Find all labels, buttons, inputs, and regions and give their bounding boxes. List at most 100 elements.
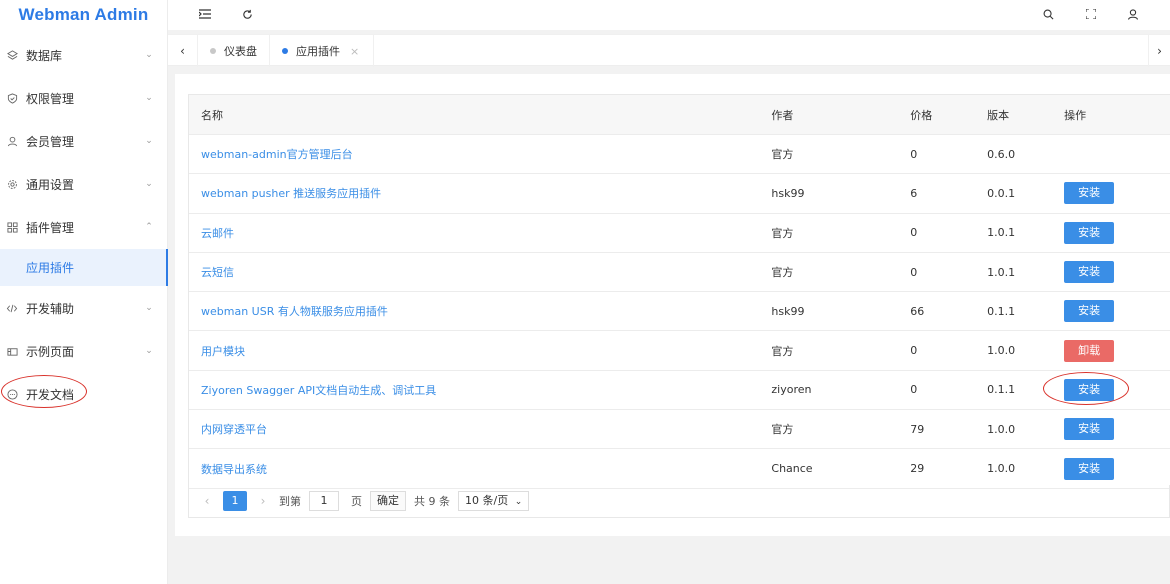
goto-confirm-button[interactable]: 确定 [370,491,406,511]
install-button[interactable]: 安装 [1064,221,1115,244]
header-price: 价格 [910,108,933,122]
sidebar-item[interactable]: 数据库 ⌄ [0,35,168,75]
plugin-version-text: 1.0.0 [987,462,1016,476]
plugin-name-link-text[interactable]: Ziyoren Swagger API文档自动生成、调试工具 [201,384,436,397]
tab-close-icon[interactable]: × [350,45,359,58]
plugin-version-text: 0.0.1 [987,186,1016,200]
install-button[interactable]: 安装 [1064,378,1115,401]
header-name: 名称 [201,108,223,122]
plugin-name-link[interactable]: 数据导出系统 [189,461,759,477]
page-size-select[interactable]: 10 条/页 ⌄ [458,491,530,511]
plugin-name-link[interactable]: Ziyoren Swagger API文档自动生成、调试工具 [189,382,759,398]
menu-toggle-icon[interactable] [196,5,214,23]
plugin-name-link[interactable]: 内网穿透平台 [189,421,759,437]
chevron-down-icon: ⌄ [145,136,153,146]
plugin-price: 66 [898,305,975,318]
plugin-name-link[interactable]: 云邮件 [189,225,759,241]
search-icon[interactable] [1039,5,1057,23]
sidebar-item[interactable]: 会员管理 ⌄ [0,121,168,161]
install-button[interactable]: 安装 [1064,457,1115,480]
plugin-version: 0.1.1 [975,383,1052,396]
sidebar-item[interactable]: 示例页面 ⌄ [0,331,168,371]
layers-icon [6,49,18,61]
plugin-name-link[interactable]: 云短信 [189,264,759,280]
sidebar-subitem-app-plugins[interactable]: 应用插件 [0,249,168,286]
plugin-price-text: 0 [910,147,918,161]
plugin-version: 1.0.1 [975,226,1052,239]
plugin-author-text: Chance [771,462,813,476]
plugin-author: 官方 [759,146,898,162]
fullscreen-icon[interactable] [1082,5,1100,23]
sidebar: Webman Admin 数据库 ⌄ 权限管理 ⌄ 会员管理 ⌄ 通用设置 ⌄ 插件管理 ⌃ 开发辅… [0,0,168,584]
plugin-price-text: 0 [910,226,918,240]
table-row: Ziyoren Swagger API文档自动生成、调试工具 ziyoren 0 0.… [189,371,1170,411]
chevron-down-icon: ⌄ [145,50,153,60]
plugin-name-link[interactable]: webman USR 有人物联服务应用插件 [189,303,759,319]
plugin-version: 1.0.0 [975,423,1052,436]
chevron-down-icon: ⌄ [514,497,523,507]
plugin-name-link-text[interactable]: 用户模块 [201,345,245,358]
sidebar-item[interactable]: 开发文档 [0,374,168,414]
tab-scroll-right-icon[interactable]: › [1148,35,1170,67]
total-count: 共 9 条 [414,495,450,508]
sidebar-item[interactable]: 开发辅助 ⌄ [0,288,168,328]
table-row: 用户模块 官方 0 1.0.0 卸载 [189,331,1170,371]
sidebar-item[interactable]: 通用设置 ⌄ [0,164,168,204]
plugin-author-text: 官方 [771,226,794,240]
plugin-version-text: 0.1.1 [987,304,1016,318]
plugin-name-link[interactable]: 用户模块 [189,343,759,359]
apps-icon [6,221,18,233]
plugin-name-link-text[interactable]: webman-admin官方管理后台 [201,148,353,161]
table-row: 云短信 官方 0 1.0.1 安装 [189,253,1170,293]
uninstall-button[interactable]: 卸载 [1064,339,1115,362]
goto-label: 到第 [279,495,301,508]
next-page-icon[interactable]: › [255,494,271,508]
sidebar-item[interactable]: 权限管理 ⌄ [0,78,168,118]
prev-page-icon[interactable]: ‹ [199,494,215,508]
install-button[interactable]: 安装 [1064,182,1115,205]
goto-page-input[interactable]: 1 [309,491,339,511]
plugin-author-text: ziyoren [771,383,812,397]
plugin-author: hsk99 [759,187,898,200]
sidebar-item[interactable]: 插件管理 ⌃ [0,207,168,247]
plugin-action-cell: 安装 [1052,261,1170,284]
plugin-name-link[interactable]: webman pusher 推送服务应用插件 [189,185,759,201]
sidebar-item-label: 插件管理 [26,220,75,235]
user-account-icon[interactable] [1124,5,1142,23]
plugin-version-text: 1.0.0 [987,422,1016,436]
plugin-author: Chance [759,462,898,475]
plugin-name-link-text[interactable]: webman pusher 推送服务应用插件 [201,187,381,200]
plugin-author-text: hsk99 [771,304,805,318]
plugin-name-link-text[interactable]: 云邮件 [201,227,234,240]
tab-scroll-left-icon[interactable]: ‹ [168,35,198,67]
plugin-name-link-text[interactable]: 数据导出系统 [201,463,267,476]
table-header-row: 名称 作者 价格 版本 操作 [189,95,1170,135]
plugin-price-text: 79 [910,422,925,436]
plugin-price: 0 [898,383,975,396]
tab-label: 仪表盘 [224,45,257,58]
plugin-author: 官方 [759,264,898,280]
current-page-button[interactable]: 1 [223,491,247,511]
plugin-name-link-text[interactable]: 内网穿透平台 [201,423,267,436]
plugin-action-cell: 卸载 [1052,339,1170,362]
plugin-name-link-text[interactable]: 云短信 [201,266,234,279]
plugin-price: 79 [898,423,975,436]
plugin-price-text: 29 [910,462,925,476]
chevron-down-icon: ⌄ [145,346,153,356]
plugin-author: 官方 [759,343,898,359]
plugin-name-link-text[interactable]: webman USR 有人物联服务应用插件 [201,305,388,318]
app-logo[interactable]: Webman Admin [0,0,167,30]
install-button[interactable]: 安装 [1064,300,1115,323]
install-button[interactable]: 安装 [1064,418,1115,441]
tab-dashboard[interactable]: 仪表盘 [198,35,270,67]
install-button[interactable]: 安装 [1064,261,1115,284]
plugin-action-cell: 安装 [1052,457,1170,480]
plugin-author-text: hsk99 [771,186,805,200]
refresh-icon[interactable] [238,5,256,23]
table-row: 数据导出系统 Chance 29 1.0.0 安装 [189,449,1170,489]
tab-app-plugins[interactable]: 应用插件 × [270,35,374,67]
plugin-name-link[interactable]: webman-admin官方管理后台 [189,146,759,162]
plugin-author: hsk99 [759,305,898,318]
plugin-price-text: 6 [910,186,918,200]
gear-icon [6,178,18,190]
